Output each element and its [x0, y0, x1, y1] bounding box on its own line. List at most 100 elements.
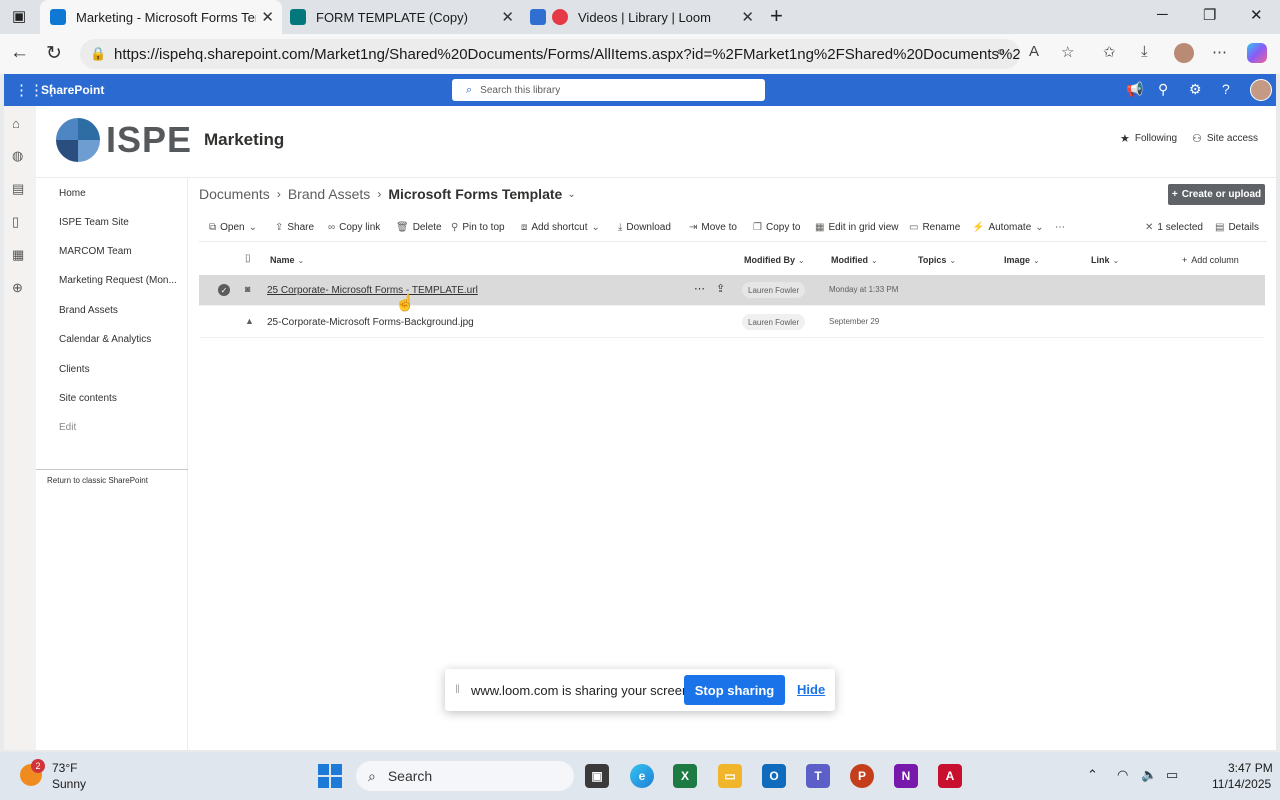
column-modified-by[interactable]: Modified By ⌄ — [744, 255, 805, 265]
delete-button[interactable]: 🗑 Delete — [396, 222, 442, 233]
minimize-icon[interactable]: ─ — [1157, 6, 1168, 23]
drag-handle-icon[interactable]: ‖ — [455, 682, 460, 696]
powerpoint-icon[interactable]: P — [850, 764, 874, 788]
outlook-icon[interactable]: O — [762, 764, 786, 788]
file-type-header-icon[interactable]: ▯ — [245, 253, 251, 264]
nav-ispe-team-site[interactable]: ISPE Team Site — [59, 217, 129, 228]
favorite-star-icon[interactable]: ☆ — [1061, 43, 1074, 61]
chevron-down-icon[interactable]: ⌄ — [567, 189, 575, 200]
search-input[interactable]: ⌕ Search this library — [452, 79, 765, 101]
copy-to-button[interactable]: ❐ Copy to — [753, 222, 800, 233]
favorites-icon[interactable]: ✩ — [1103, 43, 1116, 61]
details-button[interactable]: ▤ Details — [1215, 222, 1259, 233]
row-more-actions-icon[interactable]: ⋯ — [694, 282, 705, 295]
close-tab-icon[interactable]: ✕ — [261, 8, 274, 26]
return-classic-link[interactable]: Return to classic SharePoint — [47, 476, 148, 485]
close-tab-icon[interactable]: ✕ — [501, 8, 514, 26]
download-button[interactable]: ⤓ Download — [618, 222, 671, 233]
settings-gear-icon[interactable]: ⚙ — [1189, 81, 1202, 98]
column-name[interactable]: Name ⌄ — [270, 255, 304, 265]
open-button[interactable]: ⧉ Open ⌄ — [209, 222, 261, 233]
row-share-icon[interactable]: ⇪ — [716, 282, 725, 295]
url-field[interactable]: 🔒 https://ispehq.sharepoint.com/Market1n… — [80, 39, 1020, 69]
restore-icon[interactable]: ❐ — [1203, 6, 1216, 24]
pin-to-top-button[interactable]: ⚲ Pin to top — [451, 222, 505, 233]
breadcrumb-brand-assets[interactable]: Brand Assets — [288, 186, 371, 202]
task-view-icon[interactable]: ▣ — [585, 764, 609, 788]
column-link[interactable]: Link ⌄ — [1091, 255, 1119, 265]
table-row[interactable]: ▲ 25-Corporate-Microsoft Forms-Backgroun… — [199, 307, 1265, 338]
close-tab-icon[interactable]: ✕ — [741, 8, 754, 26]
column-image[interactable]: Image ⌄ — [1004, 255, 1040, 265]
file-name-link[interactable]: 25 Corporate- Microsoft Forms - TEMPLATE… — [267, 285, 478, 296]
automate-button[interactable]: ⚡ Automate ⌄ — [972, 222, 1048, 233]
add-column-button[interactable]: + Add column — [1182, 255, 1239, 265]
create-upload-button[interactable]: + Create or upload — [1168, 184, 1265, 205]
globe-icon[interactable]: ◍ — [12, 148, 23, 164]
modified-by-persona[interactable]: Lauren Fowler — [742, 282, 806, 298]
share-button[interactable]: ⇪ Share — [275, 222, 314, 233]
user-avatar[interactable] — [1250, 79, 1272, 101]
edge-browser-icon[interactable]: e — [630, 764, 654, 788]
nav-edit[interactable]: Edit — [59, 422, 76, 433]
app-name[interactable]: SharePoint — [41, 83, 104, 97]
tab-marketing[interactable]: Marketing - Microsoft Forms Tem ✕ — [40, 0, 282, 34]
move-to-button[interactable]: ⇥ Move to — [689, 222, 737, 233]
teams-icon[interactable]: T — [806, 764, 830, 788]
close-window-icon[interactable]: ✕ — [1250, 6, 1263, 24]
tab-actions-icon[interactable]: ▣ — [12, 7, 26, 25]
rename-button[interactable]: ▭ Rename — [909, 222, 960, 233]
copilot-icon[interactable] — [1247, 43, 1267, 63]
megaphone-icon[interactable]: 📢 — [1126, 81, 1143, 98]
clock-time[interactable]: 3:47 PM — [1228, 761, 1273, 775]
battery-icon[interactable]: ▭ — [1166, 767, 1178, 783]
copy-link-button[interactable]: ∞ Copy link — [328, 222, 380, 233]
home-icon[interactable]: ⌂ — [12, 116, 20, 131]
weather-condition[interactable]: Sunny — [52, 777, 86, 791]
column-topics[interactable]: Topics ⌄ — [918, 255, 956, 265]
more-commands-icon[interactable]: ⋯ — [1055, 222, 1065, 233]
breadcrumb-documents[interactable]: Documents — [199, 186, 270, 202]
excel-icon[interactable]: X — [673, 764, 697, 788]
weather-temperature[interactable]: 73°F — [52, 761, 77, 775]
tab-form-template[interactable]: FORM TEMPLATE (Copy) ✕ — [282, 0, 522, 34]
new-tab-button[interactable]: + — [770, 3, 783, 29]
nav-clients[interactable]: Clients — [59, 364, 90, 375]
edit-grid-button[interactable]: ▦ Edit in grid view — [815, 222, 898, 233]
windows-start-icon[interactable] — [318, 764, 342, 788]
selection-status[interactable]: ✕ 1 selected — [1145, 222, 1203, 233]
modified-by-persona[interactable]: Lauren Fowler — [742, 314, 806, 330]
profile-avatar[interactable] — [1174, 43, 1194, 63]
nav-brand-assets[interactable]: Brand Assets — [59, 305, 118, 316]
file-explorer-icon[interactable]: ▭ — [718, 764, 742, 788]
create-icon[interactable]: ⊕ — [12, 280, 23, 296]
chevron-up-icon[interactable]: ⌃ — [1087, 767, 1098, 783]
add-shortcut-button[interactable]: ⧈ Add shortcut ⌄ — [521, 222, 604, 233]
onenote-icon[interactable]: N — [894, 764, 918, 788]
file-name-link[interactable]: 25-Corporate-Microsoft Forms-Background.… — [267, 317, 474, 328]
nav-calendar-analytics[interactable]: Calendar & Analytics — [59, 334, 151, 345]
nav-marcom-team[interactable]: MARCOM Team — [59, 246, 132, 257]
stop-sharing-button[interactable]: Stop sharing — [684, 675, 785, 705]
nav-marketing-request[interactable]: Marketing Request (Mon... — [59, 275, 177, 286]
site-access-button[interactable]: ⚇ Site access — [1192, 132, 1258, 145]
following-button[interactable]: ★ Following — [1120, 132, 1177, 145]
nav-site-contents[interactable]: Site contents — [59, 393, 117, 404]
back-icon[interactable]: ← — [10, 42, 29, 64]
site-title[interactable]: Marketing — [204, 130, 284, 150]
nav-home[interactable]: Home — [59, 188, 86, 199]
volume-icon[interactable]: 🔈 — [1141, 767, 1157, 783]
row-checkmark-icon[interactable]: ✓ — [218, 284, 230, 296]
files-icon[interactable]: ▯ — [12, 214, 19, 230]
hide-banner-link[interactable]: Hide — [797, 682, 825, 697]
read-aloud-icon[interactable]: A — [1029, 43, 1039, 60]
wifi-icon[interactable]: ◠ — [1117, 767, 1128, 783]
taskbar-search-input[interactable]: ⌕ Search — [356, 761, 574, 791]
refresh-icon[interactable]: ↻ — [46, 42, 62, 65]
table-row[interactable]: ✓ ◙ 25 Corporate- Microsoft Forms - TEMP… — [199, 275, 1265, 306]
share-flow-icon[interactable]: ⚲ — [1158, 81, 1168, 98]
clock-date[interactable]: 11/14/2025 — [1212, 777, 1271, 791]
help-icon[interactable]: ? — [1222, 81, 1230, 97]
more-options-icon[interactable]: ⋯ — [1212, 43, 1227, 61]
acrobat-icon[interactable]: A — [938, 764, 962, 788]
